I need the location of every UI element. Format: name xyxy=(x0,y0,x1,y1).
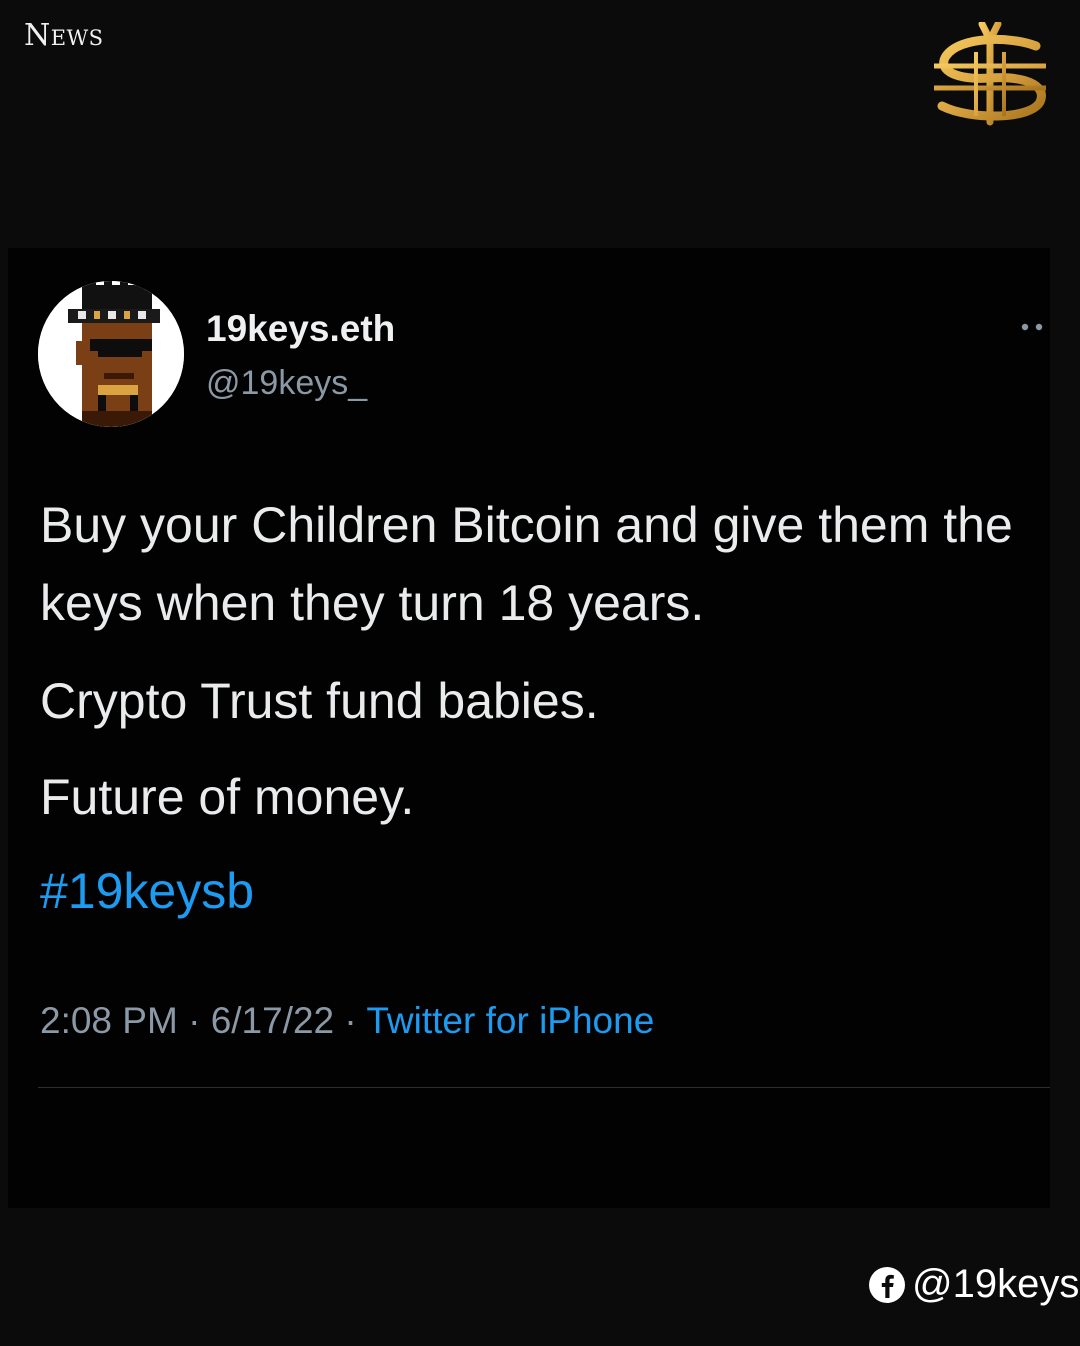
tweet-text: Buy your Children Bitcoin and give them … xyxy=(40,486,1050,930)
tweet-paragraph: Future of money. xyxy=(40,769,415,825)
social-handle-tag: @19keys xyxy=(868,1262,1079,1307)
post-image: News 19keys.eth @19keys_ Buy your Childr… xyxy=(0,0,1080,1346)
meta-separator: · xyxy=(188,1000,201,1041)
meta-separator: · xyxy=(344,1000,357,1041)
hashtag-link[interactable]: #19keysb xyxy=(40,863,254,919)
tweet-time[interactable]: 2:08 PM xyxy=(40,1000,178,1041)
gold-dollar-sign-logo-icon xyxy=(934,22,1046,126)
user-handle[interactable]: @19keys_ xyxy=(206,364,367,403)
tweet-paragraph: Crypto Trust fund babies. xyxy=(40,673,599,729)
profile-avatar[interactable] xyxy=(38,281,184,427)
divider xyxy=(38,1087,1050,1088)
tweet-source-link[interactable]: Twitter for iPhone xyxy=(366,1000,654,1041)
more-options-icon[interactable] xyxy=(1018,320,1048,334)
display-name[interactable]: 19keys.eth xyxy=(206,308,395,350)
pixel-art-avatar-icon xyxy=(38,281,184,427)
social-handle: @19keys xyxy=(912,1262,1080,1306)
tweet-date[interactable]: 6/17/22 xyxy=(211,1000,334,1041)
section-label: News xyxy=(24,18,104,53)
tweet-card: 19keys.eth @19keys_ Buy your Children Bi… xyxy=(8,248,1050,1208)
facebook-icon xyxy=(869,1266,905,1303)
tweet-metadata: 2:08 PM · 6/17/22 · Twitter for iPhone xyxy=(40,1000,654,1042)
tweet-paragraph: Buy your Children Bitcoin and give them … xyxy=(40,497,1013,631)
